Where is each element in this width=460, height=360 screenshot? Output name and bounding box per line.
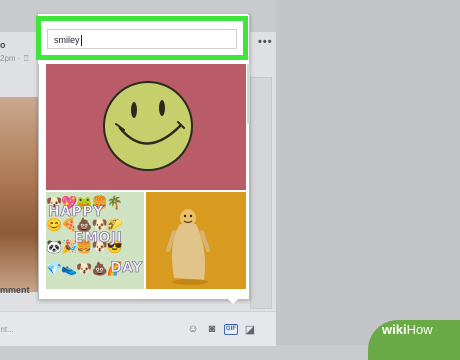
gif-result-smiley[interactable]: [46, 64, 246, 190]
more-options-button[interactable]: •••: [258, 36, 273, 48]
comment-icons: ☺ ◙ GIF ◪: [186, 322, 257, 336]
wikihow-watermark: wikiHow: [382, 322, 433, 337]
audience-icon: ♖: [22, 54, 30, 63]
comment-bar: ent... ☺ ◙ GIF ◪: [0, 311, 276, 346]
emoji-icon[interactable]: ☺: [186, 322, 200, 336]
picker-scrollbar[interactable]: [247, 64, 250, 124]
gif-result-happy-emoji-day[interactable]: 🐶💖🐸🍔🌴 😊🍕💩🐶🌮 🐼🎉🍔🐶😎 💎👟🐶💩🌈 HAPPY EMOJI DAY: [46, 192, 144, 289]
emoji-word-2: EMOJI: [74, 230, 123, 247]
costume-figure-icon: [146, 192, 246, 289]
right-column: [276, 0, 460, 345]
gif-icon[interactable]: GIF: [224, 322, 238, 336]
search-highlight-box: [36, 16, 248, 60]
emoji-word-1: HAPPY: [48, 204, 104, 221]
gif-result-costume[interactable]: [146, 192, 246, 289]
picker-arrow: [226, 297, 240, 304]
smiley-face-icon: [103, 81, 193, 171]
post-author[interactable]: o: [0, 40, 6, 50]
sticker-icon[interactable]: ◪: [243, 322, 257, 336]
comment-button[interactable]: mment: [0, 285, 30, 295]
camera-icon[interactable]: ◙: [205, 322, 219, 336]
gif-icon-label: GIF: [224, 323, 238, 335]
post-photo[interactable]: [0, 97, 40, 292]
comment-input[interactable]: ent...: [0, 322, 181, 338]
post-photo-secondary: [250, 77, 272, 309]
emoji-word-3: DAY: [110, 260, 143, 277]
post-timestamp: 2pm · ♖: [0, 54, 30, 63]
